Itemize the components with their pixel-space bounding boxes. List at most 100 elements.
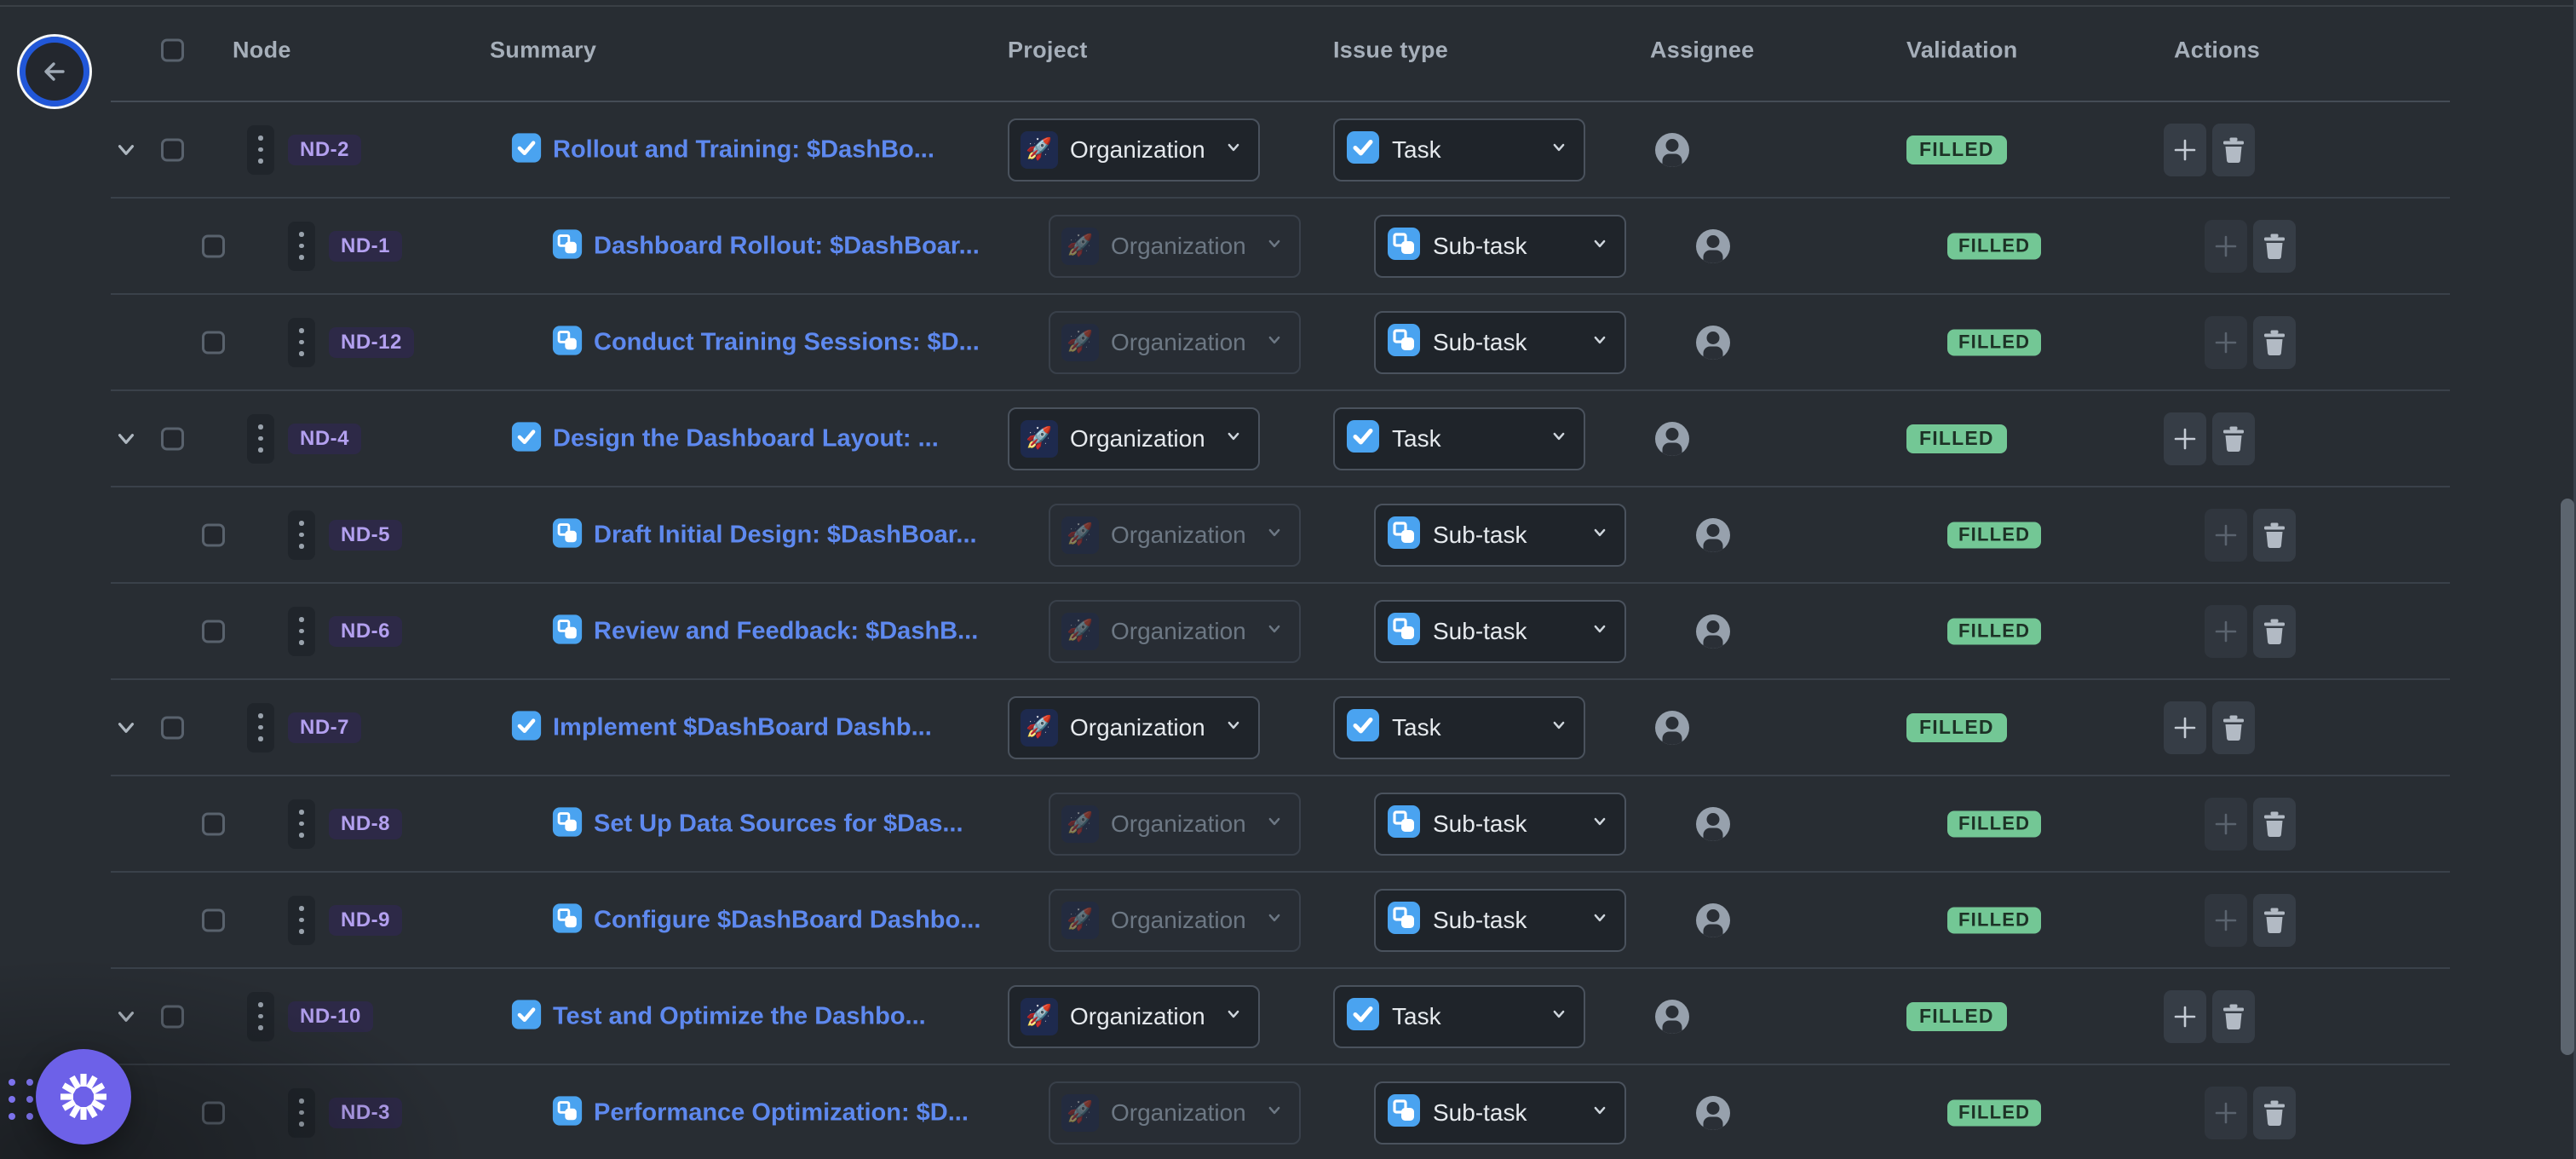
row-checkbox[interactable] bbox=[202, 523, 225, 546]
project-dropdown[interactable]: 🚀Organization bbox=[1008, 985, 1260, 1048]
issue-type-dropdown[interactable]: Task bbox=[1333, 118, 1585, 182]
delete-button[interactable] bbox=[2253, 316, 2296, 369]
table-row: ND-5Draft Initial Design: $DashBoar...🚀O… bbox=[111, 487, 2450, 584]
user-avatar-icon[interactable] bbox=[1655, 711, 1689, 745]
user-avatar-icon[interactable] bbox=[1655, 133, 1689, 167]
scrollbar-thumb[interactable] bbox=[2561, 499, 2574, 1055]
delete-button[interactable] bbox=[2212, 701, 2255, 754]
expand-chevron-icon[interactable] bbox=[112, 714, 140, 741]
issue-type-dropdown[interactable]: Task bbox=[1333, 407, 1585, 470]
summary-link[interactable]: Dashboard Rollout: $DashBoar... bbox=[594, 232, 980, 260]
row-checkbox[interactable] bbox=[161, 1005, 184, 1028]
node-id-badge[interactable]: ND-12 bbox=[329, 327, 414, 358]
issue-type-dropdown[interactable]: Sub-task bbox=[1374, 215, 1626, 278]
assistant-fab-button[interactable] bbox=[36, 1049, 131, 1145]
summary-link[interactable]: Rollout and Training: $DashBo... bbox=[553, 136, 934, 164]
issue-type-dropdown-value: Sub-task bbox=[1433, 329, 1527, 356]
node-id-badge[interactable]: ND-2 bbox=[288, 135, 361, 165]
node-id-badge[interactable]: ND-4 bbox=[288, 424, 361, 454]
node-id-badge[interactable]: ND-7 bbox=[288, 712, 361, 743]
user-avatar-icon[interactable] bbox=[1696, 518, 1730, 552]
project-dropdown[interactable]: 🚀Organization bbox=[1008, 696, 1260, 759]
summary-link[interactable]: Design the Dashboard Layout: ... bbox=[553, 424, 939, 453]
add-child-button[interactable] bbox=[2164, 701, 2206, 754]
issue-type-dropdown[interactable]: Sub-task bbox=[1374, 889, 1626, 952]
drag-handle-icon[interactable] bbox=[288, 799, 315, 849]
user-avatar-icon[interactable] bbox=[1696, 229, 1730, 263]
node-id-badge[interactable]: ND-1 bbox=[329, 231, 402, 262]
drag-handle-icon[interactable] bbox=[247, 992, 274, 1041]
issue-type-dropdown[interactable]: Sub-task bbox=[1374, 600, 1626, 663]
add-child-button[interactable] bbox=[2164, 124, 2206, 176]
expand-chevron-icon[interactable] bbox=[112, 425, 140, 453]
issue-type-dropdown[interactable]: Sub-task bbox=[1374, 311, 1626, 374]
node-id-badge[interactable]: ND-3 bbox=[329, 1098, 402, 1128]
row-checkbox[interactable] bbox=[202, 234, 225, 257]
row-checkbox[interactable] bbox=[202, 620, 225, 643]
issue-type-dropdown[interactable]: Task bbox=[1333, 985, 1585, 1048]
issue-type-dropdown[interactable]: Sub-task bbox=[1374, 504, 1626, 567]
user-avatar-icon[interactable] bbox=[1696, 903, 1730, 937]
issue-type-dropdown-value: Sub-task bbox=[1433, 907, 1527, 934]
issue-type-dropdown[interactable]: Sub-task bbox=[1374, 793, 1626, 856]
summary-link[interactable]: Performance Optimization: $D... bbox=[594, 1098, 969, 1127]
drag-handle-icon[interactable] bbox=[288, 510, 315, 560]
project-dropdown-value: Organization bbox=[1111, 907, 1246, 934]
row-checkbox[interactable] bbox=[161, 716, 184, 739]
delete-button[interactable] bbox=[2253, 1087, 2296, 1139]
summary-link[interactable]: Configure $DashBoard Dashbo... bbox=[594, 906, 980, 934]
drag-handle-icon[interactable] bbox=[247, 414, 274, 464]
drag-handle-icon[interactable] bbox=[247, 703, 274, 752]
delete-button[interactable] bbox=[2212, 412, 2255, 465]
add-child-button[interactable] bbox=[2164, 990, 2206, 1043]
row-checkbox[interactable] bbox=[161, 138, 184, 161]
summary-link[interactable]: Draft Initial Design: $DashBoar... bbox=[594, 521, 977, 549]
drag-handle-icon[interactable] bbox=[288, 896, 315, 945]
drag-handle-icon[interactable] bbox=[288, 318, 315, 367]
delete-button[interactable] bbox=[2253, 220, 2296, 273]
delete-button[interactable] bbox=[2253, 798, 2296, 851]
row-checkbox[interactable] bbox=[161, 427, 184, 450]
add-child-button[interactable] bbox=[2164, 412, 2206, 465]
node-id-badge[interactable]: ND-9 bbox=[329, 905, 402, 936]
drag-handle-icon[interactable] bbox=[288, 607, 315, 656]
node-id-badge[interactable]: ND-10 bbox=[288, 1001, 373, 1032]
node-id-badge[interactable]: ND-8 bbox=[329, 809, 402, 839]
user-avatar-icon[interactable] bbox=[1696, 614, 1730, 649]
user-avatar-icon[interactable] bbox=[1696, 807, 1730, 841]
user-avatar-icon[interactable] bbox=[1655, 1000, 1689, 1034]
drag-handle-icon[interactable] bbox=[288, 1088, 315, 1138]
row-checkbox[interactable] bbox=[202, 812, 225, 835]
summary-cell: Dashboard Rollout: $DashBoar... bbox=[552, 228, 980, 263]
node-id-badge[interactable]: ND-6 bbox=[329, 616, 402, 647]
summary-link[interactable]: Conduct Training Sessions: $D... bbox=[594, 328, 980, 356]
summary-link[interactable]: Set Up Data Sources for $Das... bbox=[594, 810, 963, 838]
fab-drag-handle-icon[interactable] bbox=[9, 1079, 33, 1120]
row-checkbox[interactable] bbox=[202, 1101, 225, 1124]
chevron-down-icon bbox=[1265, 1101, 1284, 1124]
node-id-badge[interactable]: ND-5 bbox=[329, 520, 402, 551]
delete-button[interactable] bbox=[2253, 894, 2296, 947]
issue-type-dropdown[interactable]: Task bbox=[1333, 696, 1585, 759]
drag-handle-icon[interactable] bbox=[288, 222, 315, 271]
expand-chevron-icon[interactable] bbox=[112, 136, 140, 164]
row-checkbox[interactable] bbox=[202, 908, 225, 931]
user-avatar-icon[interactable] bbox=[1655, 422, 1689, 456]
summary-link[interactable]: Implement $DashBoard Dashb... bbox=[553, 713, 932, 741]
project-dropdown[interactable]: 🚀Organization bbox=[1008, 407, 1260, 470]
row-checkbox[interactable] bbox=[202, 331, 225, 354]
back-button[interactable] bbox=[17, 34, 92, 109]
expand-chevron-icon[interactable] bbox=[112, 1003, 140, 1030]
delete-button[interactable] bbox=[2212, 124, 2255, 176]
summary-link[interactable]: Test and Optimize the Dashbo... bbox=[553, 1002, 926, 1030]
delete-button[interactable] bbox=[2253, 509, 2296, 562]
issue-type-dropdown[interactable]: Sub-task bbox=[1374, 1081, 1626, 1145]
summary-link[interactable]: Review and Feedback: $DashB... bbox=[594, 617, 978, 645]
project-dropdown[interactable]: 🚀Organization bbox=[1008, 118, 1260, 182]
user-avatar-icon[interactable] bbox=[1696, 326, 1730, 360]
select-all-checkbox[interactable] bbox=[161, 39, 184, 62]
user-avatar-icon[interactable] bbox=[1696, 1096, 1730, 1130]
drag-handle-icon[interactable] bbox=[247, 125, 274, 175]
delete-button[interactable] bbox=[2212, 990, 2255, 1043]
delete-button[interactable] bbox=[2253, 605, 2296, 658]
